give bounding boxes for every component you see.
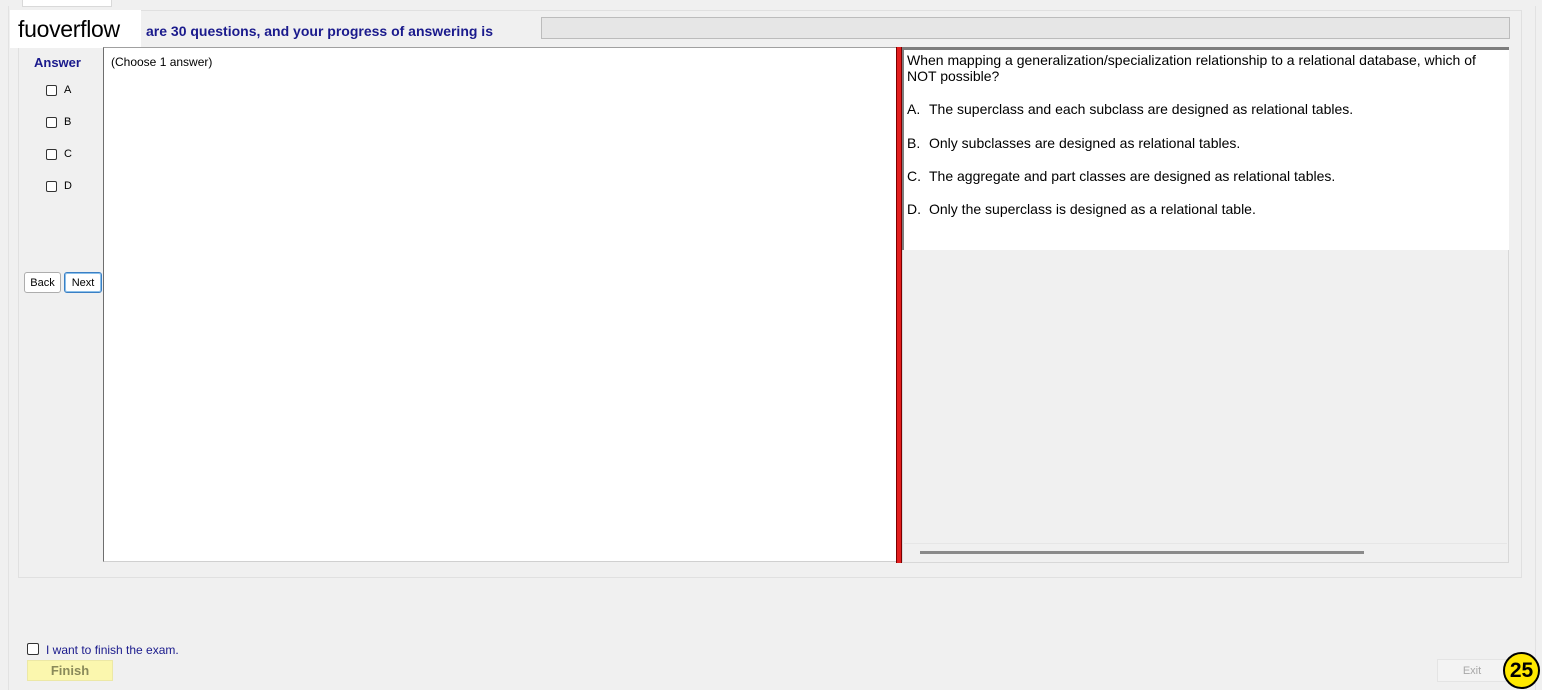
watermark: fuoverflow	[10, 10, 141, 48]
question-choice-letter: D.	[907, 201, 921, 217]
question-choice-c: C. The aggregate and part classes are de…	[907, 168, 1335, 184]
answer-checkbox-b[interactable]	[46, 116, 57, 128]
answer-checkbox-d[interactable]	[46, 180, 57, 192]
scrollbar-thumb[interactable]	[920, 551, 1364, 554]
page-number-badge: 25	[1503, 652, 1540, 689]
question-choice-text: The superclass and each subclass are des…	[929, 101, 1354, 117]
progress-bar	[541, 17, 1510, 39]
finish-confirm[interactable]: I want to finish the exam.	[27, 640, 179, 657]
question-choice-text: The aggregate and part classes are desig…	[929, 168, 1336, 184]
question-choice-letter: C.	[907, 168, 921, 184]
answer-option-a[interactable]: A	[46, 82, 71, 98]
back-button[interactable]: Back	[24, 272, 61, 293]
answer-option-label: B	[64, 116, 72, 128]
question-choice-d: D. Only the superclass is designed as a …	[907, 201, 1256, 217]
question-text: When mapping a generalization/specializa…	[907, 52, 1507, 84]
next-button[interactable]: Next	[64, 272, 102, 293]
question-text-line: NOT possible?	[907, 68, 1000, 84]
answer-checkbox-c[interactable]	[46, 148, 57, 160]
answer-option-d[interactable]: D	[46, 178, 72, 194]
finish-confirm-label[interactable]: I want to finish the exam.	[46, 640, 179, 657]
answer-option-label: D	[64, 180, 72, 192]
question-choice-a: A. The superclass and each subclass are …	[907, 101, 1353, 117]
answer-option-label: A	[64, 84, 72, 96]
answer-checkbox-a[interactable]	[46, 84, 57, 96]
question-text-line: When mapping a generalization/specializa…	[907, 52, 1476, 68]
question-choice-letter: B.	[907, 135, 921, 151]
question-choice-text: Only the superclass is designed as a rel…	[929, 201, 1256, 217]
horizontal-scrollbar[interactable]	[904, 543, 1507, 560]
finish-confirm-checkbox[interactable]	[27, 642, 39, 655]
choose-note: (Choose 1 answer)	[111, 55, 213, 69]
progress-label: are 30 questions, and your progress of a…	[146, 23, 493, 39]
question-choice-b: B. Only subclasses are designed as relat…	[907, 135, 1240, 151]
question-choice-letter: A.	[907, 101, 921, 117]
question-choice-text: Only subclasses are designed as relation…	[929, 135, 1241, 151]
answer-option-label: C	[64, 148, 72, 160]
answer-option-c[interactable]: C	[46, 146, 72, 162]
answer-heading: Answer	[34, 55, 81, 70]
finish-button[interactable]: Finish	[27, 660, 113, 681]
exit-button[interactable]: Exit	[1437, 659, 1507, 682]
answer-option-b[interactable]: B	[46, 114, 71, 130]
answer-area[interactable]	[103, 47, 896, 562]
